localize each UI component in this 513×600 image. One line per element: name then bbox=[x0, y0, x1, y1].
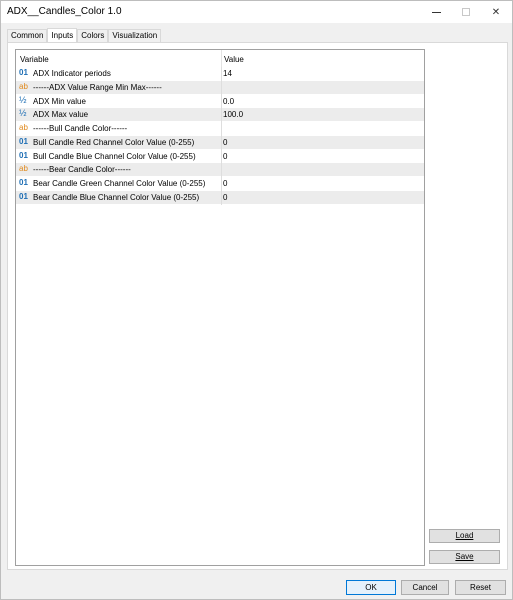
row-value[interactable]: 0 bbox=[223, 138, 227, 147]
header-value[interactable]: Value bbox=[224, 55, 244, 64]
save-button[interactable]: Save bbox=[429, 550, 500, 564]
row-value[interactable]: 100.0 bbox=[223, 110, 243, 119]
header-variable[interactable]: Variable bbox=[20, 55, 49, 64]
row-value[interactable]: 0 bbox=[223, 193, 227, 202]
cell-divider bbox=[221, 122, 222, 136]
table-row[interactable]: 01 Bull Candle Red Channel Color Value (0… bbox=[16, 135, 424, 150]
inputs-panel: Variable Value 01 ADX Indicator periods 14… bbox=[7, 42, 508, 570]
string-type-icon: ab bbox=[19, 123, 28, 132]
cell-divider bbox=[221, 149, 222, 164]
row-variable: ------ADX Value Range Min Max------ bbox=[33, 82, 162, 92]
grid-rows: 01 ADX Indicator periods 14 ab ------ADX Val… bbox=[16, 67, 424, 205]
cell-divider bbox=[221, 177, 222, 191]
table-row[interactable]: ab ------ADX Value Range Min Max------ bbox=[16, 80, 424, 95]
tab-visualization[interactable]: Visualization bbox=[108, 29, 162, 42]
row-variable: ADX Max value bbox=[33, 110, 89, 120]
close-icon: ✕ bbox=[491, 6, 501, 18]
tab-colors[interactable]: Colors bbox=[77, 29, 109, 42]
row-variable: Bull Candle Red Channel Color Value (0-2… bbox=[33, 137, 195, 147]
cell-divider bbox=[221, 67, 222, 81]
load-button[interactable]: Load bbox=[429, 529, 500, 543]
row-variable: ------Bull Candle Color------ bbox=[33, 124, 128, 133]
cell-divider bbox=[221, 94, 222, 109]
cell-divider bbox=[221, 163, 222, 178]
int-type-icon: 01 bbox=[19, 150, 28, 160]
load-button-label: Load bbox=[455, 531, 474, 540]
table-row[interactable]: ab ------Bear Candle Color------ bbox=[16, 163, 424, 178]
window-title: ADX__Candles_Color 1.0 bbox=[7, 6, 122, 17]
string-type-icon: ab bbox=[19, 81, 28, 91]
row-value[interactable]: 0 bbox=[223, 152, 227, 161]
table-row[interactable]: 01 Bear Candle Green Channel Color Value … bbox=[16, 177, 424, 191]
column-divider[interactable] bbox=[221, 50, 222, 67]
int-type-icon: 01 bbox=[19, 136, 28, 146]
cell-divider bbox=[221, 80, 222, 95]
maximize-button bbox=[451, 1, 481, 23]
int-type-icon: 01 bbox=[19, 178, 28, 187]
row-variable: ADX Indicator periods bbox=[33, 69, 111, 78]
inputs-grid: Variable Value 01 ADX Indicator periods 14… bbox=[15, 49, 425, 566]
close-button[interactable]: ✕ bbox=[481, 1, 511, 23]
string-type-icon: ab bbox=[19, 164, 28, 174]
double-type-icon: ½ bbox=[19, 94, 27, 105]
row-value[interactable]: 0 bbox=[223, 179, 227, 188]
row-value[interactable]: 14 bbox=[223, 69, 232, 78]
grid-header: Variable Value bbox=[16, 50, 424, 67]
table-row[interactable]: 01 Bull Candle Blue Channel Color Value (… bbox=[16, 149, 424, 164]
double-type-icon: ½ bbox=[19, 108, 27, 119]
table-row[interactable]: ½ ADX Max value 100.0 bbox=[16, 108, 424, 123]
int-type-icon: 01 bbox=[19, 68, 28, 77]
row-variable: Bear Candle Blue Channel Color Value (0-… bbox=[33, 192, 200, 202]
int-type-icon: 01 bbox=[19, 191, 28, 201]
save-button-label: Save bbox=[455, 552, 474, 561]
cell-divider bbox=[221, 190, 222, 205]
maximize-icon bbox=[462, 8, 470, 16]
tab-inputs[interactable]: Inputs bbox=[47, 28, 78, 43]
title-bar: ADX__Candles_Color 1.0 ✕ bbox=[1, 1, 512, 23]
reset-button[interactable]: Reset bbox=[455, 580, 506, 595]
cancel-button[interactable]: Cancel bbox=[401, 580, 449, 595]
tab-bar: Common Inputs Colors Visualization bbox=[7, 28, 162, 43]
row-variable: Bear Candle Green Channel Color Value (0… bbox=[33, 179, 206, 188]
dialog-window: ADX__Candles_Color 1.0 ✕ Common Inputs C… bbox=[0, 0, 513, 600]
cell-divider bbox=[221, 108, 222, 123]
row-variable: ------Bear Candle Color------ bbox=[33, 165, 131, 175]
minimize-button[interactable] bbox=[421, 1, 451, 23]
table-row[interactable]: ½ ADX Min value 0.0 bbox=[16, 94, 424, 109]
row-value[interactable]: 0.0 bbox=[223, 97, 234, 106]
table-row[interactable]: 01 Bear Candle Blue Channel Color Value (… bbox=[16, 190, 424, 205]
cell-divider bbox=[221, 135, 222, 150]
tab-common[interactable]: Common bbox=[7, 29, 48, 42]
row-variable: Bull Candle Blue Channel Color Value (0-… bbox=[33, 151, 196, 161]
ok-button[interactable]: OK bbox=[346, 580, 396, 595]
minimize-icon bbox=[431, 11, 441, 13]
table-row[interactable]: 01 ADX Indicator periods 14 bbox=[16, 67, 424, 81]
table-row[interactable]: ab ------Bull Candle Color------ bbox=[16, 122, 424, 136]
row-variable: ADX Min value bbox=[33, 96, 86, 106]
